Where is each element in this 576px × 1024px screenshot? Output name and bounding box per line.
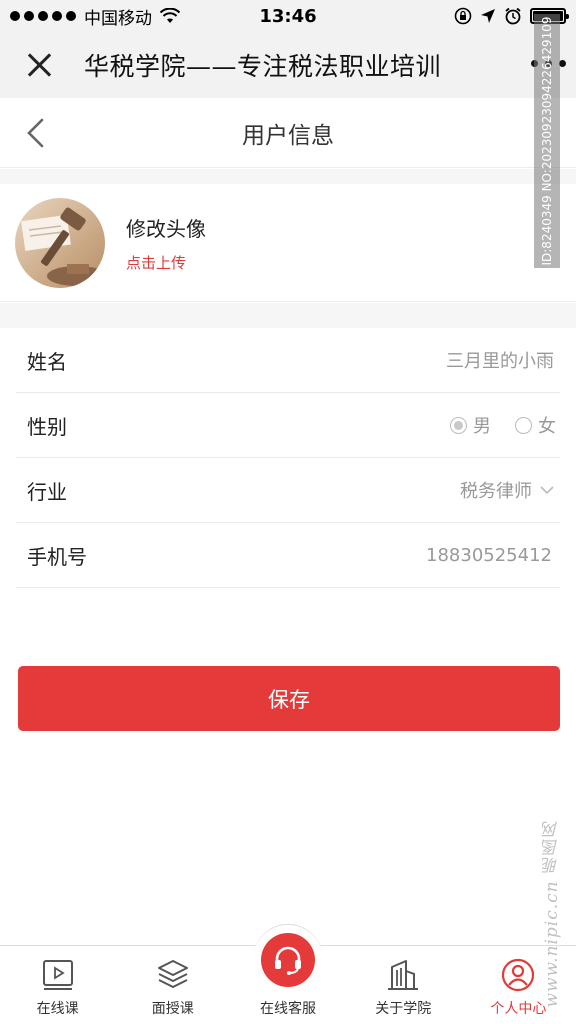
layers-icon — [157, 960, 188, 988]
name-field[interactable]: 三月里的小雨 — [446, 347, 560, 373]
gender-option-label: 男 — [473, 416, 491, 437]
avatar-section: 修改头像 点击上传 — [0, 184, 576, 302]
name-row: 姓名 三月里的小雨 — [16, 328, 560, 393]
location-arrow-icon — [481, 9, 495, 23]
gender-option-label: 女 — [538, 416, 556, 437]
watermark-id-text: ID:8240349 NO:20230923094226429109 — [540, 16, 554, 266]
tab-label: 在线客服 — [260, 1001, 316, 1017]
section-divider — [0, 169, 576, 184]
video-course-icon — [42, 960, 73, 990]
signal-strength-icon — [10, 11, 76, 21]
tab-about[interactable]: 关于学院 — [346, 946, 461, 1024]
tab-label: 在线课 — [36, 1001, 79, 1017]
industry-row: 行业 税务律师 — [16, 458, 560, 523]
chevron-down-icon — [540, 485, 554, 494]
tab-offline-course[interactable]: 面授课 — [115, 946, 230, 1024]
alarm-icon — [505, 7, 521, 25]
user-info-form: 姓名 三月里的小雨 性别 男 女 行业 税务律师 手机号 — [0, 328, 576, 588]
name-label: 姓名 — [27, 349, 67, 374]
save-button[interactable]: 保存 — [18, 666, 560, 731]
industry-select[interactable]: 税务律师 — [460, 477, 560, 503]
industry-label: 行业 — [27, 479, 67, 504]
close-icon[interactable] — [24, 50, 54, 80]
rotation-lock-icon — [454, 7, 472, 25]
wifi-icon — [160, 8, 180, 23]
phone-field[interactable] — [340, 544, 560, 566]
gender-option-male[interactable]: 男 — [450, 412, 491, 438]
gender-label: 性别 — [27, 414, 67, 439]
headset-icon — [275, 946, 301, 975]
industry-value: 税务律师 — [460, 481, 532, 502]
tab-customer-service[interactable]: 在线客服 — [230, 924, 345, 1024]
phone-row: 手机号 — [16, 523, 560, 588]
phone-label: 手机号 — [27, 544, 87, 569]
avatar[interactable] — [15, 197, 105, 288]
app-title: 华税学院——专注税法职业培训 — [84, 52, 442, 81]
watermark-site: www.nipic.cn 昵图网 — [542, 820, 562, 1008]
bottom-tab-bar: 在线课 面授课 在线客服 关于学院 个人中心 — [0, 924, 576, 1024]
status-bar: 中国移动 13:46 — [0, 0, 576, 32]
section-divider — [0, 303, 576, 328]
gender-radio-group: 男 女 — [450, 412, 560, 438]
tab-label: 面授课 — [151, 1001, 194, 1017]
watermark-id: ID:8240349 NO:20230923094226429109 — [534, 14, 560, 268]
upload-avatar-link[interactable]: 点击上传 — [126, 252, 206, 273]
gender-row: 性别 男 女 — [16, 393, 560, 458]
radio-checked-icon — [450, 416, 467, 434]
tab-online-course[interactable]: 在线课 — [0, 946, 115, 1024]
radio-unchecked-icon — [515, 416, 532, 434]
avatar-title: 修改头像 — [126, 216, 206, 241]
gender-option-female[interactable]: 女 — [515, 412, 556, 438]
page-title: 用户信息 — [242, 122, 334, 149]
user-icon — [502, 958, 535, 992]
carrier-name: 中国移动 — [84, 8, 152, 29]
app-header: 华税学院——专注税法职业培训 — [0, 32, 576, 98]
page-header: 用户信息 — [0, 98, 576, 168]
tab-label: 关于学院 — [375, 1001, 432, 1017]
building-icon — [388, 960, 419, 990]
back-arrow-icon[interactable] — [24, 118, 52, 148]
tab-label: 个人中心 — [490, 1001, 547, 1017]
customer-service-button[interactable] — [253, 924, 323, 994]
